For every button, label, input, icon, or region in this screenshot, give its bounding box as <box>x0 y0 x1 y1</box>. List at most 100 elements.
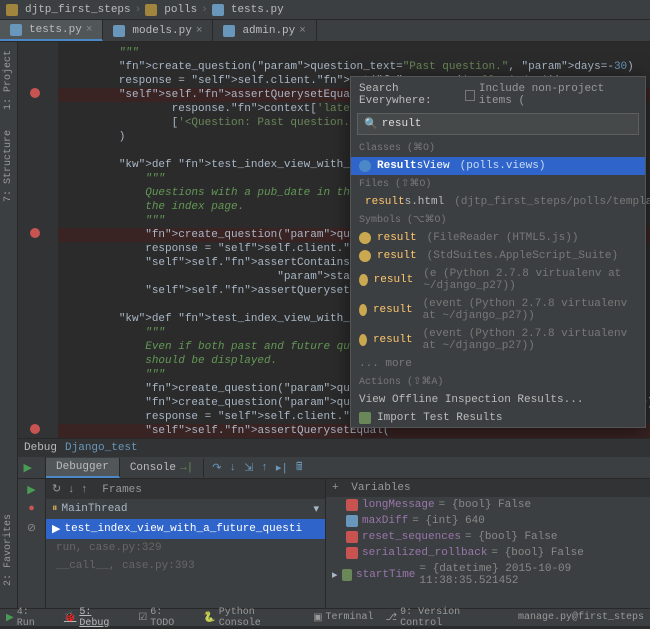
checkbox-label: Include non-project items ( <box>479 83 637 107</box>
search-result[interactable]: result(StdSuites.AppleScript_Suite) <box>351 247 645 265</box>
type-icon <box>346 531 358 543</box>
run-config-label[interactable]: manage.py@first_steps <box>518 612 644 623</box>
editor-gutter[interactable] <box>18 42 58 438</box>
folder-icon <box>145 4 157 16</box>
tab-tests[interactable]: tests.py × <box>0 20 103 41</box>
tool-project[interactable]: 1: Project <box>3 50 14 110</box>
tool-todo[interactable]: ☑6: TODO <box>138 607 191 629</box>
search-result[interactable]: ResultsView (polls.views) <box>351 157 645 175</box>
tool-vcs[interactable]: ⎇9: Version Control <box>386 607 506 629</box>
frames-up-icon[interactable]: ↑ <box>81 484 88 496</box>
step-over-icon[interactable]: ↷ <box>212 461 221 475</box>
frame-row[interactable]: run, case.py:329 <box>46 539 325 557</box>
python-file-icon <box>113 25 125 37</box>
search-input[interactable] <box>382 118 632 130</box>
variable-row[interactable]: longMessage = {bool} False <box>326 497 650 513</box>
python-file-icon <box>223 25 235 37</box>
tool-run[interactable]: ▶4: Run <box>6 607 52 629</box>
search-input-wrap[interactable]: 🔍 <box>357 113 639 135</box>
add-watch-icon[interactable]: + <box>332 482 339 494</box>
tab-console[interactable]: Console →| <box>120 459 204 477</box>
terminal-icon: ▣ <box>313 612 322 624</box>
breadcrumb-item[interactable]: djtp_first_steps <box>25 4 131 16</box>
bottom-toolbar: ▶4: Run 🐞5: Debug ☑6: TODO 🐍Python Conso… <box>0 608 650 626</box>
search-result[interactable]: results.html (djtp_first_steps/polls/tem… <box>351 193 645 211</box>
search-result[interactable]: result(FileReader (HTML5.js)) <box>351 229 645 247</box>
view-bp-icon[interactable]: ● <box>28 503 35 515</box>
import-icon <box>359 412 371 424</box>
search-action[interactable]: Import Test Results <box>351 409 645 427</box>
resume-icon[interactable]: ▶ <box>27 483 35 497</box>
step-into-icon[interactable]: ↓ <box>229 462 236 474</box>
variable-row[interactable]: serialized_rollback = {bool} False <box>326 545 650 561</box>
python-file-icon <box>10 24 22 36</box>
search-more[interactable]: ... more <box>351 355 645 373</box>
frames-pane: ↻ ↓ ↑ Frames ⏸ MainThread ▾ ▶test_index_… <box>46 479 326 608</box>
checkbox-icon <box>465 90 475 101</box>
breakpoint-icon[interactable] <box>30 424 40 434</box>
variable-row[interactable]: maxDiff = {int} 640 <box>326 513 650 529</box>
frames-down-icon[interactable]: ↓ <box>68 484 75 496</box>
variables-pane: + Variables longMessage = {bool} Falsema… <box>326 479 650 608</box>
close-icon[interactable]: × <box>299 25 306 37</box>
chevron-right-icon: › <box>201 4 208 16</box>
type-icon <box>346 547 358 559</box>
search-title: Search Everywhere: <box>359 83 465 107</box>
tab-models[interactable]: models.py × <box>103 20 213 41</box>
search-icon: 🔍 <box>364 117 378 131</box>
variable-row[interactable]: ▸startTime = {datetime} 2015-10-09 11:38… <box>326 561 650 589</box>
breadcrumb: djtp_first_steps › polls › tests.py <box>0 0 650 20</box>
search-section-symbols: Symbols (⌥⌘O) <box>351 211 645 229</box>
debug-config[interactable]: Django_test <box>65 442 138 454</box>
frames-refresh-icon[interactable]: ↻ <box>52 484 61 496</box>
breakpoint-icon[interactable] <box>30 88 40 98</box>
folder-icon <box>6 4 18 16</box>
search-result[interactable]: result(event (Python 2.7.8 virtualenv at… <box>351 325 645 355</box>
chevron-right-icon: › <box>135 4 142 16</box>
search-result[interactable]: result(e (Python 2.7.8 virtualenv at ~/d… <box>351 265 645 295</box>
mute-bp-icon[interactable]: ⊘ <box>27 521 36 535</box>
python-icon: 🐍 <box>203 612 215 624</box>
code-line[interactable]: "fn">create_question("param">question_te… <box>58 60 650 74</box>
tool-structure[interactable]: 7: Structure <box>3 130 14 202</box>
rerun-icon[interactable]: ▶ <box>24 461 40 475</box>
frame-row[interactable]: ▶test_index_view_with_a_future_questi <box>46 519 325 539</box>
variable-row[interactable]: reset_sequences = {bool} False <box>326 529 650 545</box>
close-icon[interactable]: × <box>86 24 93 36</box>
debug-side-controls-2: ▶ ● ⊘ <box>18 479 46 608</box>
expand-icon[interactable]: ▸ <box>332 568 338 582</box>
breadcrumb-item[interactable]: tests.py <box>231 4 284 16</box>
frame-row[interactable]: __call__, case.py:393 <box>46 557 325 575</box>
search-section-files: Files (⇧⌘O) <box>351 175 645 193</box>
tab-debugger[interactable]: Debugger <box>46 458 120 478</box>
search-everywhere-popup: Search Everywhere: Include non-project i… <box>350 76 646 428</box>
symbol-icon <box>359 274 368 286</box>
search-action[interactable]: View Offline Inspection Results... <box>351 391 645 409</box>
tool-terminal[interactable]: ▣Terminal <box>313 612 373 624</box>
tool-python-console[interactable]: 🐍Python Console <box>203 607 301 629</box>
include-nonproject-checkbox[interactable]: Include non-project items ( <box>465 83 637 107</box>
evaluate-icon[interactable]: 🖩 <box>296 458 303 477</box>
code-line[interactable]: """ <box>58 46 650 60</box>
close-icon[interactable]: × <box>196 25 203 37</box>
search-section-classes: Classes (⌘O) <box>351 139 645 157</box>
chevron-down-icon: ▾ <box>313 502 319 516</box>
breakpoint-icon[interactable] <box>30 228 40 238</box>
todo-icon: ☑ <box>138 612 147 624</box>
step-out-icon[interactable]: ↑ <box>261 462 268 474</box>
editor-tabbar: tests.py × models.py × admin.py × <box>0 20 650 42</box>
tab-label: admin.py <box>242 25 295 37</box>
tab-admin[interactable]: admin.py × <box>213 20 316 41</box>
tool-favorites[interactable]: 2: Favorites <box>3 514 14 586</box>
breadcrumb-item[interactable]: polls <box>164 4 197 16</box>
tab-label: tests.py <box>29 24 82 36</box>
play-icon: ▶ <box>6 612 14 624</box>
class-icon <box>359 160 371 172</box>
run-to-cursor-icon[interactable]: ▸| <box>276 461 288 475</box>
tool-debug[interactable]: 🐞5: Debug <box>64 607 126 629</box>
thread-selector[interactable]: ⏸ MainThread ▾ <box>46 499 325 519</box>
step-into-my-icon[interactable]: ⇲ <box>244 461 253 475</box>
thread-icon: ⏸ <box>52 503 58 515</box>
tab-label: models.py <box>132 25 191 37</box>
search-result[interactable]: result(event (Python 2.7.8 virtualenv at… <box>351 295 645 325</box>
